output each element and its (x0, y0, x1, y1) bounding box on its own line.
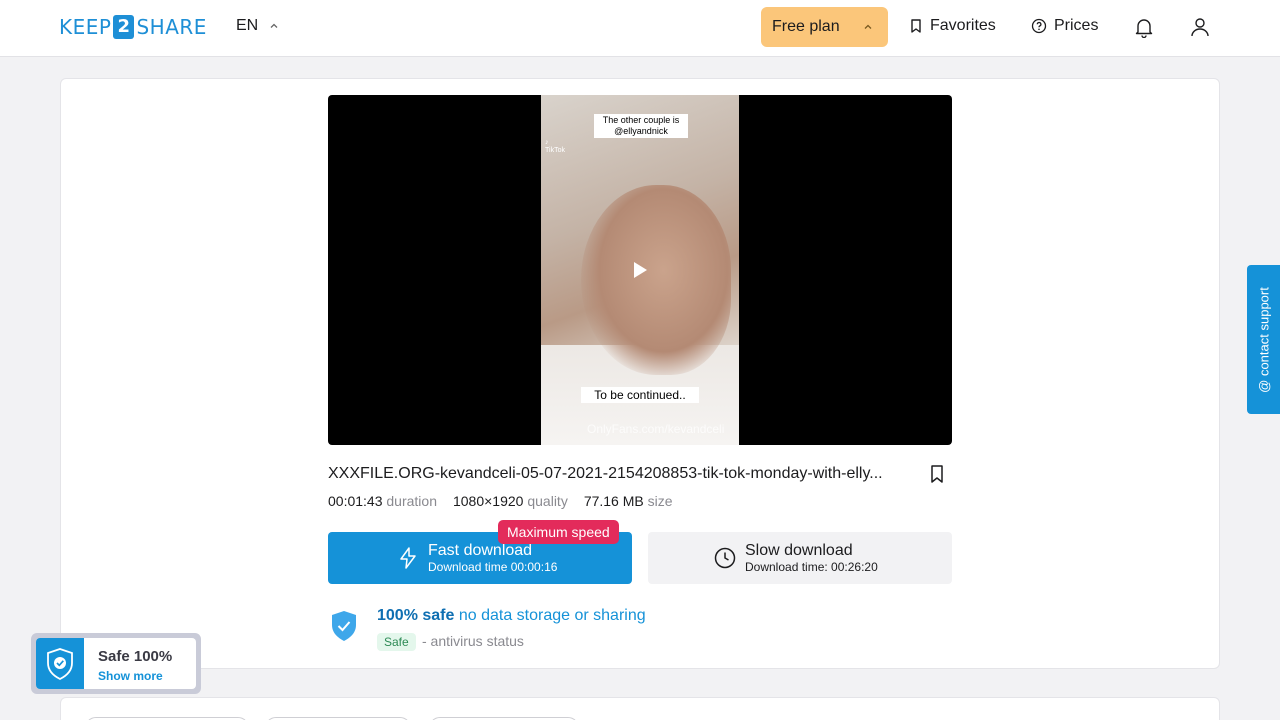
meta-quality: 1080×1920 quality (452, 493, 568, 509)
safe-widget[interactable]: Safe 100% Show more (31, 633, 201, 694)
video-player[interactable]: ♪ TikTok The other couple is @ellyandnick… (328, 95, 952, 445)
logo-text-pre: KEEP (59, 15, 112, 39)
shield-check-icon (332, 611, 356, 641)
prices-link[interactable]: Prices (1031, 17, 1098, 35)
slow-download-title: Slow download (745, 541, 853, 559)
maximum-speed-badge: Maximum speed (498, 520, 619, 544)
play-icon[interactable] (634, 262, 647, 278)
tiktok-logo: ♪ TikTok (545, 139, 565, 154)
free-plan-label: Free plan (772, 18, 840, 35)
safe-widget-title: Safe 100% (98, 648, 173, 665)
lightning-icon (400, 547, 416, 569)
logo[interactable]: KEEP 2 SHARE (59, 14, 207, 40)
file-meta: 00:01:43 duration 1080×1920 quality 77.1… (328, 493, 673, 509)
logo-badge: 2 (113, 15, 135, 39)
account-button[interactable] (1188, 15, 1212, 39)
antivirus-status: - antivirus status (422, 633, 524, 649)
safe-widget-show-more[interactable]: Show more (98, 669, 163, 683)
logo-text-post: SHARE (136, 15, 207, 39)
prices-label: Prices (1054, 17, 1099, 34)
notifications-button[interactable] (1132, 15, 1156, 39)
help-circle-icon (1031, 18, 1047, 34)
contact-support-tab[interactable]: @ contact support (1247, 265, 1280, 414)
meta-duration: 00:01:43 duration (328, 493, 437, 509)
antivirus-safe-tag: Safe (377, 633, 416, 651)
slow-download-time: Download time: 00:26:20 (745, 559, 878, 574)
free-plan-button[interactable]: Free plan (761, 7, 888, 47)
favorites-label: Favorites (930, 17, 996, 34)
contact-support-label: @ contact support (1256, 286, 1271, 393)
bookmark-icon (931, 465, 943, 483)
safety-title: 100% safe no data storage or sharing (377, 607, 646, 624)
shield-check-icon (47, 647, 73, 680)
fast-download-title: Fast download (428, 541, 533, 559)
lower-card (60, 697, 1220, 720)
language-label: EN (236, 17, 259, 34)
fast-download-time: Download time 00:00:16 (428, 559, 558, 574)
video-caption-top: The other couple is @ellyandnick (594, 114, 688, 138)
bell-icon (1135, 19, 1153, 38)
slow-download-button[interactable]: Slow download Download time: 00:26:20 (648, 532, 952, 584)
file-name: XXXFILE.ORG-kevandceli-05-07-2021-215420… (328, 465, 883, 482)
clock-icon (714, 547, 736, 569)
bookmark-icon (911, 19, 921, 33)
add-favorite-button[interactable] (925, 462, 949, 486)
language-selector[interactable]: EN (236, 17, 280, 35)
favorites-link[interactable]: Favorites (909, 17, 996, 35)
meta-size: 77.16 MB size (583, 493, 673, 509)
video-caption-bottom: To be continued.. (581, 387, 699, 403)
video-frame: ♪ TikTok The other couple is @ellyandnick… (541, 95, 739, 445)
top-header: KEEP 2 SHARE EN Free plan Favorites Prices (0, 0, 1280, 57)
chevron-up-icon (864, 24, 872, 29)
chevron-up-icon (270, 23, 278, 28)
video-watermark: OnlyFans.com/kevandceli (587, 422, 725, 436)
user-icon (1191, 18, 1209, 37)
